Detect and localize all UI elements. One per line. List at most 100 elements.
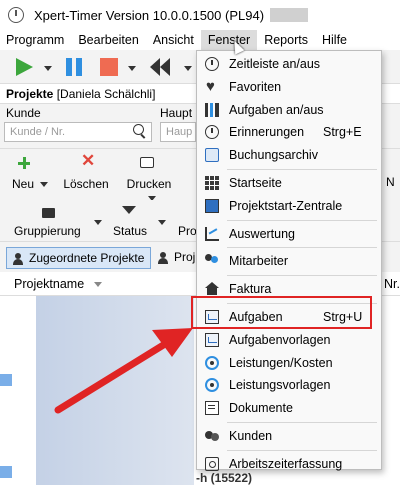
plus-icon bbox=[18, 157, 30, 169]
coins-template-icon bbox=[205, 378, 219, 393]
chart-icon bbox=[205, 226, 219, 241]
menu-item-buchungsarchiv[interactable]: Buchungsarchiv bbox=[197, 144, 381, 167]
gruppierung-dropdown-icon[interactable] bbox=[94, 220, 102, 225]
bars-icon bbox=[205, 102, 219, 117]
screen-icon bbox=[205, 198, 219, 213]
menu-item-label: Auswertung bbox=[229, 226, 296, 241]
stop-dropdown-icon[interactable] bbox=[128, 66, 136, 71]
menu-item-label: Arbeitszeiterfassung bbox=[229, 456, 343, 471]
folder-icon bbox=[42, 208, 55, 218]
menu-fenster[interactable]: Fenster bbox=[200, 30, 258, 50]
menu-separator bbox=[227, 275, 377, 277]
row-selection-marker[interactable] bbox=[0, 374, 12, 386]
alarm-icon bbox=[205, 125, 219, 140]
neu-label: Neu bbox=[11, 177, 34, 191]
panel-title: Projekte bbox=[6, 87, 54, 101]
play-icon[interactable] bbox=[16, 58, 33, 76]
panel-user: [Daniela Schälchli] bbox=[56, 87, 156, 101]
drucken-button[interactable]: Drucken bbox=[120, 153, 178, 205]
highlight-box-aufgaben bbox=[191, 296, 372, 329]
menu-item-label: Leistungen/Kosten bbox=[229, 355, 333, 370]
menu-separator bbox=[227, 449, 377, 451]
pause-icon[interactable] bbox=[66, 58, 84, 76]
menu-programm[interactable]: Programm bbox=[0, 30, 71, 50]
menu-item-label: Startseite bbox=[229, 175, 282, 190]
menu-ansicht[interactable]: Ansicht bbox=[146, 30, 201, 50]
column-nr[interactable]: Nr. bbox=[384, 272, 400, 296]
status-dropdown-icon[interactable] bbox=[158, 220, 166, 225]
neu-button[interactable]: Neu bbox=[10, 153, 50, 191]
menu-item-label: Buchungsarchiv bbox=[229, 148, 318, 163]
menu-separator bbox=[227, 421, 377, 423]
stop-icon[interactable] bbox=[100, 58, 118, 76]
menu-hilfe[interactable]: Hilfe bbox=[315, 30, 354, 50]
menu-item-shortcut: Strg+E bbox=[323, 125, 362, 140]
person-icon bbox=[13, 253, 23, 265]
printer-icon bbox=[140, 157, 154, 168]
haupt-label: Haupt bbox=[160, 106, 193, 120]
menu-bar: Programm Bearbeiten Ansicht Fenster Repo… bbox=[0, 30, 400, 50]
app-clock-icon bbox=[8, 7, 24, 23]
neu-dropdown-icon[interactable] bbox=[40, 182, 48, 188]
menu-item-leistungsvorlagen[interactable]: Leistungsvorlagen bbox=[197, 374, 381, 397]
tab-zugeordnete-projekte[interactable]: Zugeordnete Projekte bbox=[6, 247, 152, 269]
blurred-project-names bbox=[36, 296, 194, 485]
blurred-title-suffix bbox=[270, 8, 309, 22]
menu-item-label: Aufgaben an/aus bbox=[229, 102, 324, 117]
row-selection-marker[interactable] bbox=[0, 466, 12, 478]
search-icon[interactable] bbox=[133, 124, 144, 135]
menu-item-favoriten[interactable]: Favoriten bbox=[197, 76, 381, 99]
menu-item-label: Aufgabenvorlagen bbox=[229, 332, 331, 347]
menu-item-projektstart-zentrale[interactable]: Projektstart-Zentrale bbox=[197, 195, 381, 218]
menu-item-erinnerungen[interactable]: Erinnerungen Strg+E bbox=[197, 121, 381, 144]
customers-icon bbox=[205, 429, 219, 443]
menu-item-label: Mitarbeiter bbox=[229, 254, 289, 269]
people-icon bbox=[205, 254, 219, 268]
menu-item-zeitleiste-an-aus[interactable]: Zeitleiste an/aus bbox=[197, 53, 381, 76]
status-button[interactable]: Status bbox=[113, 224, 147, 238]
menu-item-label: Dokumente bbox=[229, 401, 293, 416]
rewind-dropdown-icon[interactable] bbox=[184, 66, 192, 71]
menu-item-dokumente[interactable]: Dokumente bbox=[197, 397, 381, 420]
menu-item-label: Zeitleiste an/aus bbox=[229, 57, 321, 71]
menu-separator bbox=[227, 247, 377, 249]
house-icon bbox=[205, 282, 219, 296]
play-dropdown-icon[interactable] bbox=[44, 66, 52, 71]
menu-item-label: Kunden bbox=[229, 428, 273, 443]
menu-item-kunden[interactable]: Kunden bbox=[197, 425, 381, 448]
menu-separator bbox=[227, 219, 377, 221]
task-template-icon bbox=[205, 332, 219, 347]
menu-item-leistungen-kosten[interactable]: Leistungen/Kosten bbox=[197, 352, 381, 375]
menu-bearbeiten[interactable]: Bearbeiten bbox=[71, 30, 145, 50]
menu-item-mitarbeiter[interactable]: Mitarbeiter bbox=[197, 250, 381, 273]
menu-item-aufgaben-an-aus[interactable]: Aufgaben an/aus bbox=[197, 99, 381, 122]
loeschen-label: Löschen bbox=[63, 177, 109, 191]
loeschen-button[interactable]: ✕ Löschen bbox=[62, 151, 110, 191]
kunde-label: Kunde bbox=[6, 106, 41, 120]
menu-reports[interactable]: Reports bbox=[257, 30, 315, 50]
menu-item-label: Favoriten bbox=[229, 79, 282, 94]
sort-chevron-down-icon[interactable] bbox=[93, 282, 102, 288]
grid-icon bbox=[205, 175, 219, 190]
gruppierung-button[interactable]: Gruppierung bbox=[14, 224, 81, 238]
heart-icon bbox=[205, 76, 219, 99]
fenster-dropdown-menu: Zeitleiste an/aus Favoriten Aufgaben an/au… bbox=[196, 50, 382, 471]
overflow-n-label: N bbox=[386, 175, 395, 189]
delete-x-icon: ✕ bbox=[81, 151, 96, 170]
haupt-search-input[interactable]: Haup bbox=[160, 122, 196, 142]
menu-item-aufgabenvorlagen[interactable]: Aufgabenvorlagen bbox=[197, 329, 381, 352]
document-icon bbox=[205, 401, 219, 416]
rewind-icon[interactable] bbox=[150, 58, 172, 76]
timer-icon bbox=[205, 456, 219, 471]
title-bar: Xpert-Timer Version 10.0.0.1500 (PL94) bbox=[0, 0, 400, 30]
tab-zugeordnete-label: Zugeordnete Projekte bbox=[29, 251, 145, 265]
menu-item-auswertung[interactable]: Auswertung bbox=[197, 223, 381, 246]
people-icon bbox=[158, 252, 168, 264]
kunde-search-input[interactable]: Kunde / Nr. bbox=[4, 122, 152, 142]
pro-button[interactable]: Pro bbox=[178, 224, 197, 238]
menu-item-label: Leistungsvorlagen bbox=[229, 378, 331, 393]
menu-item-arbeitszeiterfassung[interactable]: Arbeitszeiterfassung bbox=[197, 453, 381, 476]
column-projektname[interactable]: Projektname bbox=[14, 277, 84, 291]
tab-projekte[interactable]: Proj bbox=[152, 247, 201, 269]
menu-item-startseite[interactable]: Startseite bbox=[197, 172, 381, 195]
